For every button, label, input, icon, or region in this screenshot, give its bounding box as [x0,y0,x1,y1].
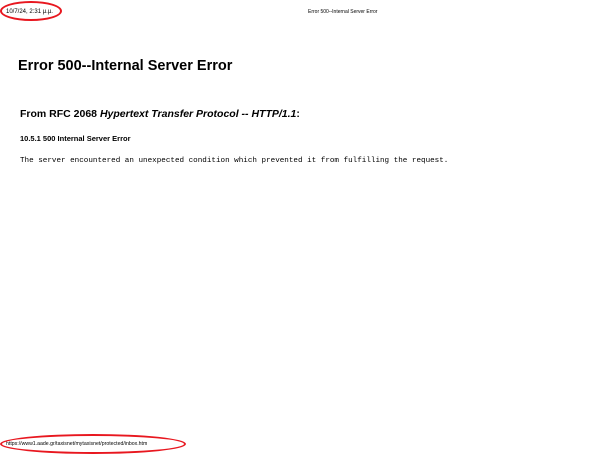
rfc-heading-suffix: : [296,108,300,120]
error-heading: Error 500--Internal Server Error [18,58,233,74]
print-header-title: Error 500--Internal Server Error [308,9,378,15]
rfc-heading-prefix: From RFC 2068 [20,108,100,120]
rfc-heading-title: Hypertext Transfer Protocol -- HTTP/1.1 [99,108,297,120]
section-heading: 10.5.1 500 Internal Server Error [20,134,131,143]
red-annotation-ellipse-datetime [0,1,62,21]
error-message: The server encountered an unexpected con… [20,157,449,165]
red-annotation-ellipse-url [0,434,186,454]
rfc-heading: From RFC 2068 Hypertext Transfer Protoco… [20,108,300,120]
